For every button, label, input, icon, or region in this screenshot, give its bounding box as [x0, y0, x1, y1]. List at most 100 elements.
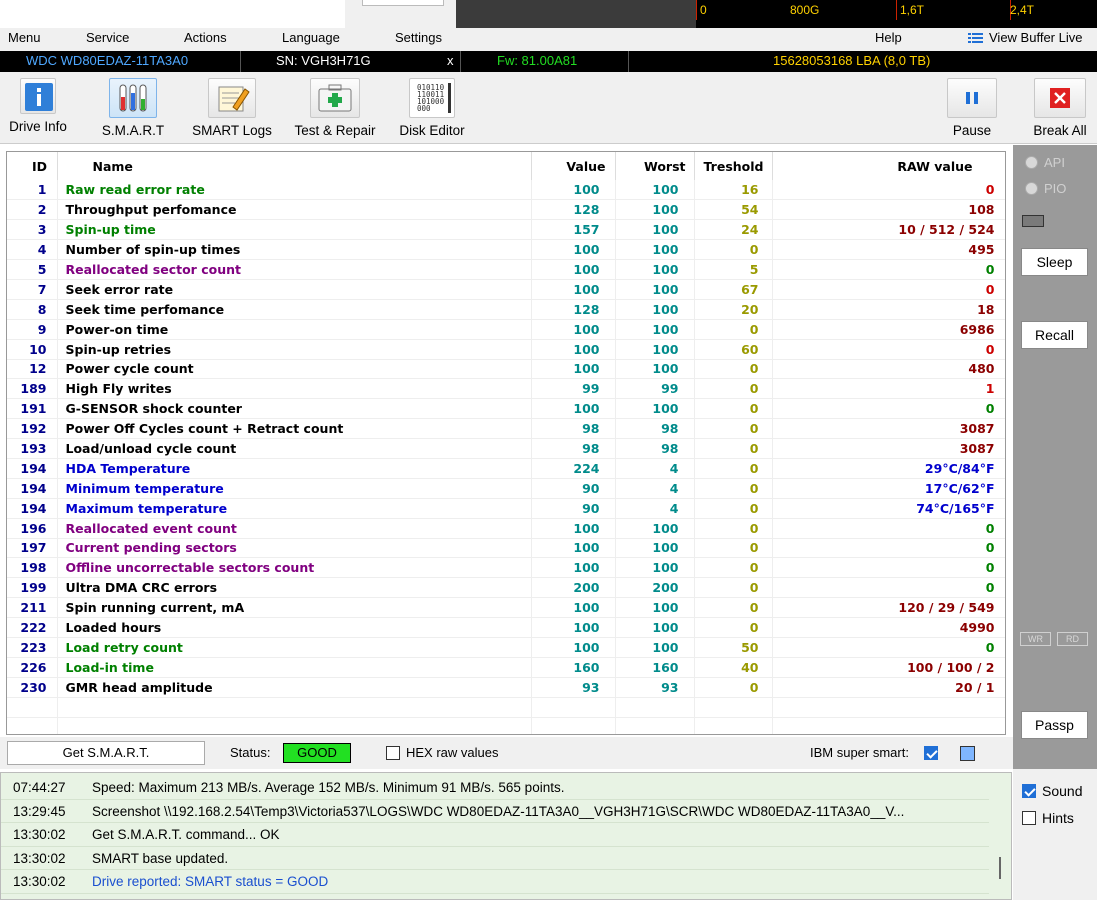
menu-item-actions[interactable]: Actions [184, 30, 227, 45]
attr-threshold: 5 [694, 259, 773, 280]
attr-threshold: 0 [694, 498, 773, 519]
attr-name: Spin running current, mA [57, 597, 532, 619]
attr-id: 193 [7, 438, 58, 459]
col-header-value[interactable]: Value [531, 152, 616, 180]
api-label: API [1044, 155, 1065, 170]
drive-model[interactable]: WDC WD80EDAZ-11TA3A0 [26, 53, 188, 68]
col-header-raw[interactable]: RAW value [772, 152, 1005, 180]
svg-text:000: 000 [417, 104, 431, 113]
smart-logs-button[interactable]: SMART Logs [190, 78, 274, 138]
table-row[interactable]: 199 Ultra DMA CRC errors 200 200 0 0 [7, 577, 1005, 599]
color-swatch[interactable] [960, 746, 975, 761]
log-entry: 13:30:02 Get S.M.A.R.T. command... OK [1, 823, 989, 847]
col-header-id[interactable]: ID [7, 152, 58, 180]
sleep-button[interactable]: Sleep [1021, 248, 1088, 276]
break-all-label: Break All [1033, 123, 1087, 138]
table-row[interactable]: 4 Number of spin-up times 100 100 0 495 [7, 239, 1005, 261]
menu-item-menu[interactable]: Menu [8, 30, 41, 45]
table-row[interactable]: 7 Seek error rate 100 100 67 0 [7, 279, 1005, 300]
ibm-super-smart-checkbox[interactable] [924, 746, 938, 760]
table-row[interactable]: 5 Reallocated sector count 100 100 5 0 [7, 259, 1005, 280]
attr-threshold: 40 [694, 657, 773, 678]
speed-graph-axis: 0 800G 1,6T 2,4T [696, 0, 1097, 28]
menu-item-settings[interactable]: Settings [395, 30, 442, 45]
attr-value: 100 [531, 279, 616, 300]
attr-value: 100 [531, 518, 616, 539]
attr-name: GMR head amplitude [57, 677, 532, 698]
attr-value: 93 [531, 677, 616, 698]
api-radio[interactable] [1025, 156, 1038, 169]
table-row[interactable]: 194 HDA Temperature 224 4 0 29°C/84°F [7, 458, 1005, 479]
drive-info-button[interactable]: Drive Info [6, 78, 70, 134]
get-smart-button[interactable]: Get S.M.A.R.T. [7, 741, 205, 765]
table-row[interactable]: 191 G-SENSOR shock counter 100 100 0 0 [7, 398, 1005, 420]
attr-worst: 100 [615, 219, 695, 241]
table-row[interactable]: 197 Current pending sectors 100 100 0 0 [7, 538, 1005, 559]
attr-worst: 100 [615, 557, 695, 579]
attr-value: 100 [531, 259, 616, 280]
attr-value: 100 [531, 319, 616, 340]
pause-label: Pause [952, 123, 992, 138]
attr-name: Spin-up time [57, 219, 532, 241]
col-header-name[interactable]: Name [57, 152, 532, 180]
table-row[interactable]: 10 Spin-up retries 100 100 60 0 [7, 339, 1005, 360]
table-row[interactable]: 211 Spin running current, mA 100 100 0 120 / … [7, 597, 1005, 619]
victoria-window: 0 800G 1,6T 2,4T Menu Service Actions La… [0, 0, 1097, 900]
attr-worst: 100 [615, 518, 695, 539]
attr-name: Seek error rate [57, 279, 532, 300]
log-entry: 13:30:02 Drive reported: SMART status = G… [1, 870, 989, 894]
recall-button[interactable]: Recall [1021, 321, 1088, 349]
table-row[interactable]: 194 Minimum temperature 90 4 0 17°C/62°F [7, 478, 1005, 499]
table-row[interactable]: 193 Load/unload cycle count 98 98 0 3087 [7, 438, 1005, 459]
close-drive-button[interactable]: x [447, 53, 454, 68]
attr-name: HDA Temperature [57, 458, 532, 479]
col-header-threshold[interactable]: Treshold [694, 152, 773, 180]
table-row[interactable]: 198 Offline uncorrectable sectors count 10… [7, 557, 1005, 579]
menu-item-help[interactable]: Help [875, 30, 902, 45]
disk-editor-button[interactable]: 010110 110011 101000 000 Disk Editor [395, 78, 469, 138]
hex-raw-checkbox[interactable] [386, 746, 400, 760]
pause-icon [966, 92, 978, 104]
attr-worst: 4 [615, 478, 695, 499]
table-row[interactable]: 223 Load retry count 100 100 50 0 [7, 637, 1005, 658]
table-row[interactable]: 12 Power cycle count 100 100 0 480 [7, 359, 1005, 380]
rd-indicator: RD [1057, 632, 1088, 646]
attr-raw: 6986 [772, 319, 1005, 340]
test-repair-button[interactable]: Test & Repair [290, 78, 380, 138]
attr-threshold: 50 [694, 637, 773, 658]
attr-worst: 100 [615, 319, 695, 340]
table-row[interactable]: 192 Power Off Cycles count + Retract coun… [7, 418, 1005, 440]
table-row[interactable]: 230 GMR head amplitude 93 93 0 20 / 1 [7, 677, 1005, 698]
smart-tab-button[interactable]: S.M.A.R.T [100, 78, 166, 138]
col-header-worst[interactable]: Worst [615, 152, 695, 180]
attr-name: Ultra DMA CRC errors [57, 577, 532, 599]
pio-radio[interactable] [1025, 182, 1038, 195]
table-row[interactable]: 222 Loaded hours 100 100 0 4990 [7, 617, 1005, 638]
view-buffer-live-toggle[interactable]: View Buffer Live [989, 30, 1082, 45]
menu-item-language[interactable]: Language [282, 30, 340, 45]
table-row[interactable]: 194 Maximum temperature 90 4 0 74°C/165°F [7, 498, 1005, 519]
passp-button[interactable]: Passp [1021, 711, 1088, 739]
table-row[interactable]: 3 Spin-up time 157 100 24 10 / 512 / 524 [7, 219, 1005, 241]
log-message: Speed: Maximum 213 MB/s. Average 152 MB/… [92, 780, 565, 795]
attr-name: Minimum temperature [57, 478, 532, 499]
table-row[interactable]: 196 Reallocated event count 100 100 0 0 [7, 518, 1005, 539]
table-row[interactable]: 2 Throughput perfomance 128 100 54 108 [7, 199, 1005, 221]
table-row[interactable]: 1 Raw read error rate 100 100 16 0 [7, 180, 1005, 201]
log-scrollbar-thumb[interactable] [999, 857, 1001, 879]
table-row[interactable]: 9 Power-on time 100 100 0 6986 [7, 319, 1005, 340]
menu-item-service[interactable]: Service [86, 30, 129, 45]
table-row[interactable]: 189 High Fly writes 99 99 0 1 [7, 378, 1005, 400]
ibm-super-smart-label: IBM super smart: [810, 745, 909, 760]
top-button-fragment[interactable] [362, 0, 444, 6]
sound-checkbox[interactable] [1022, 784, 1036, 798]
hints-checkbox[interactable] [1022, 811, 1036, 825]
pause-button[interactable]: Pause [944, 78, 1000, 138]
table-row[interactable]: 8 Seek time perfomance 128 100 20 18 [7, 299, 1005, 320]
table-row[interactable]: 226 Load-in time 160 160 40 100 / 100 / 2 [7, 657, 1005, 678]
break-all-button[interactable]: Break All [1028, 78, 1092, 138]
graph-tick-label: 800G [790, 3, 820, 17]
drive-firmware: Fw: 81.00A81 [497, 53, 578, 68]
attr-raw: 0 [772, 538, 1005, 559]
attr-raw: 108 [772, 199, 1005, 221]
